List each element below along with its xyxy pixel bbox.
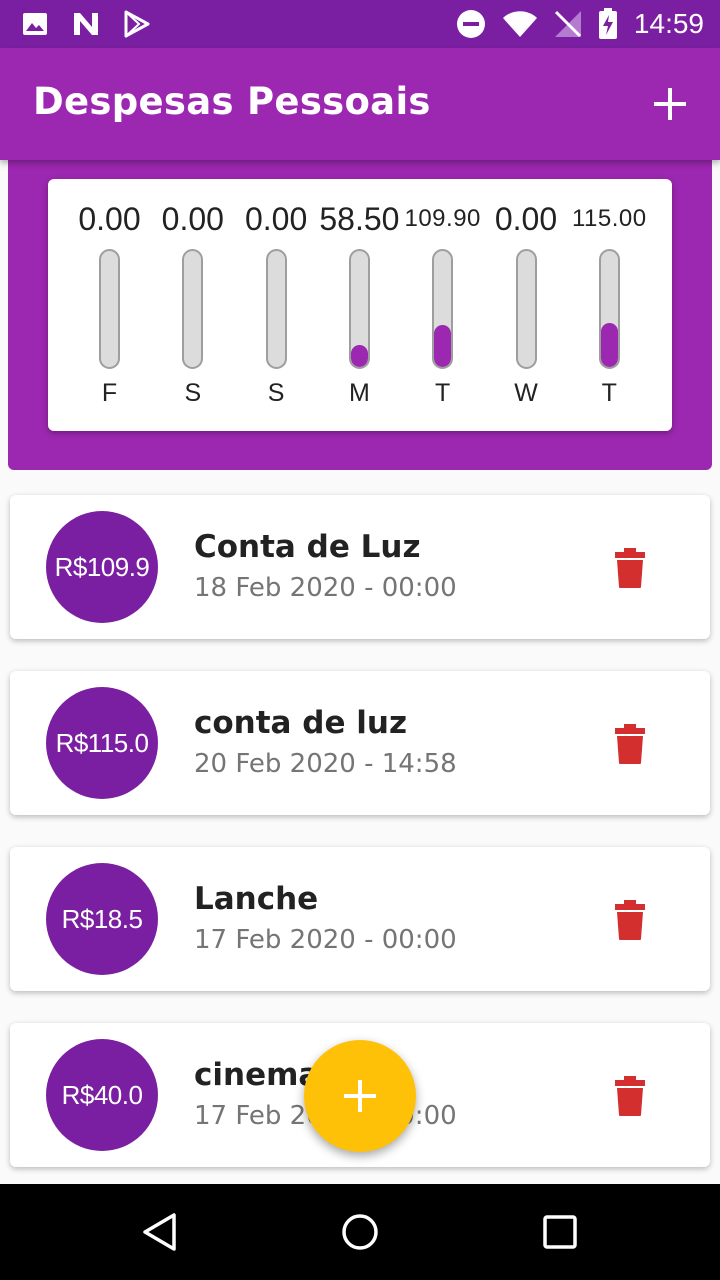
chart-value-label: 115.00 xyxy=(571,205,647,232)
n-notification-icon xyxy=(74,13,98,35)
delete-button[interactable] xyxy=(610,547,650,589)
chart-bar-track xyxy=(265,249,287,369)
expense-title: Lanche xyxy=(194,881,319,917)
chart-day-label: T xyxy=(435,379,451,407)
trash-icon xyxy=(615,1076,645,1116)
chart-bar xyxy=(600,323,618,367)
delete-button[interactable] xyxy=(610,723,650,765)
delete-button[interactable] xyxy=(610,899,650,941)
trash-icon xyxy=(615,548,645,588)
status-left-icons xyxy=(22,10,150,38)
chart-value-label: 58.50 xyxy=(319,201,400,237)
add-expense-button[interactable] xyxy=(650,84,690,124)
amount-badge: R$115.0 xyxy=(46,687,158,799)
list-item[interactable]: R$18.5 Lanche 17 Feb 2020 - 00:00 xyxy=(10,847,710,991)
chart-value-label: 109.90 xyxy=(404,205,481,232)
status-right-icons: 14:59 xyxy=(456,6,704,42)
status-time: 14:59 xyxy=(633,8,704,39)
amount-badge: R$109.9 xyxy=(46,511,158,623)
page-title: Despesas Pessoais xyxy=(33,80,431,123)
image-icon xyxy=(23,13,47,35)
home-button[interactable] xyxy=(340,1212,380,1252)
chart-bar-track xyxy=(182,249,204,369)
plus-icon xyxy=(344,1080,376,1112)
chart-day-label: M xyxy=(348,379,370,407)
chart-value-label: 0.00 xyxy=(494,201,558,237)
expense-date: 20 Feb 2020 - 14:58 xyxy=(194,749,457,779)
trash-icon xyxy=(615,900,645,940)
amount-badge: R$40.0 xyxy=(46,1039,158,1151)
chart-value-label: 0.00 xyxy=(78,201,141,237)
chart-day-label: W xyxy=(514,379,538,407)
list-item[interactable]: R$115.0 conta de luz 20 Feb 2020 - 14:58 xyxy=(10,671,710,815)
back-icon xyxy=(143,1213,176,1251)
list-item[interactable]: R$109.9 Conta de Luz 18 Feb 2020 - 00:00 xyxy=(10,495,710,639)
chart-bar-track xyxy=(348,249,370,369)
amount-badge: R$18.5 xyxy=(46,863,158,975)
chart-bar-track xyxy=(598,249,620,369)
system-nav-bar xyxy=(0,1184,720,1280)
chart-bar-track xyxy=(432,249,454,369)
recents-button[interactable] xyxy=(540,1212,580,1252)
chart-bar xyxy=(350,345,368,367)
expense-title: conta de luz xyxy=(194,705,408,741)
chart-day-label: S xyxy=(184,379,202,407)
chart-bar-track xyxy=(99,249,120,369)
chart-value-label: 0.00 xyxy=(161,201,224,237)
wifi-icon xyxy=(502,11,537,37)
chart-bar-column: 58.50 M xyxy=(318,199,401,419)
delete-button[interactable] xyxy=(610,1075,650,1117)
chart-day-label: F xyxy=(101,379,118,407)
chart-value-label: 0.00 xyxy=(244,201,308,237)
chart-bar-column: 0.00 S xyxy=(151,199,234,419)
no-signal-icon xyxy=(554,10,581,38)
expense-title: Conta de Luz xyxy=(194,529,421,565)
chart-bar-column: 0.00 S xyxy=(235,199,318,419)
chart-bar-column: 115.00 T xyxy=(568,199,651,419)
expense-date: 17 Feb 2020 - 00:00 xyxy=(194,925,457,955)
chart-bar-track xyxy=(515,249,537,369)
chart-day-label: T xyxy=(601,379,617,407)
plus-icon xyxy=(654,88,686,120)
expense-date: 18 Feb 2020 - 00:00 xyxy=(194,573,457,603)
do-not-disturb-icon xyxy=(456,10,485,38)
chart-bar-column: 0.00 W xyxy=(485,199,568,419)
expense-title: cinema xyxy=(194,1057,320,1093)
chart-bar-column: 0.00 F xyxy=(68,199,151,419)
chart-bar-column: 109.90 T xyxy=(401,199,484,419)
app-bar: Despesas Pessoais xyxy=(0,48,720,160)
weekly-chart: 0.00 F 0.00 S 0.00 S 58.50 M 109.90 T 0.00 W 115.00 T xyxy=(48,179,672,431)
home-icon xyxy=(342,1214,378,1250)
status-bar: 14:59 xyxy=(0,0,720,48)
trash-icon xyxy=(615,724,645,764)
chart-day-label: S xyxy=(267,379,285,407)
chart-bar xyxy=(434,325,452,367)
back-button[interactable] xyxy=(140,1212,180,1252)
recents-icon xyxy=(543,1215,577,1249)
play-store-icon xyxy=(124,10,150,38)
battery-charging-icon xyxy=(598,8,617,39)
add-expense-fab[interactable] xyxy=(304,1040,416,1152)
